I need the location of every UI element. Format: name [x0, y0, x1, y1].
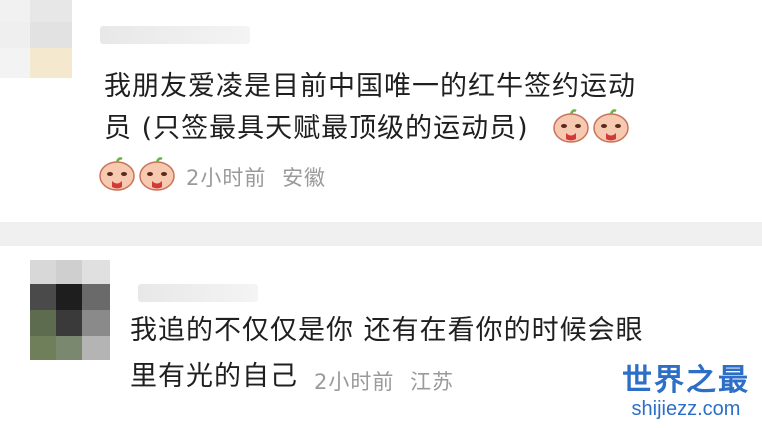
username-blurred[interactable]: [100, 26, 250, 44]
comment-meta: 2小时前 江苏: [314, 366, 454, 396]
comment-text-line-1: 我追的不仅仅是你 还有在看你的时候会眼: [130, 315, 644, 346]
username-blurred[interactable]: [138, 284, 258, 302]
comment-location: 江苏: [410, 370, 455, 394]
crying-face-emoji: [99, 157, 135, 191]
divider: [0, 222, 762, 246]
crying-face-emoji: [553, 109, 589, 143]
comment-text-line-1: 我朋友爱凌是目前中国唯一的红牛签约运动: [104, 71, 636, 102]
comment-location: 安徽: [282, 166, 327, 190]
comment-text-line-2: 员 (只签最具天赋最顶级的运动员): [104, 113, 529, 144]
comment-meta: 2小时前 安徽: [186, 162, 326, 192]
avatar[interactable]: [30, 260, 110, 360]
watermark-title: 世界之最: [622, 363, 750, 398]
crying-face-emoji: [593, 109, 629, 143]
watermark: 世界之最 shijiezz.com: [622, 363, 750, 421]
comment-item: 我朋友爱凌是目前中国唯一的红牛签约运动 员 (只签最具天赋最顶级的运动员) 2小…: [0, 0, 762, 222]
comment-time: 2小时前: [314, 370, 395, 394]
avatar[interactable]: [0, 0, 72, 78]
watermark-url: shijiezz.com: [631, 398, 741, 420]
comment-time: 2小时前: [186, 166, 267, 190]
crying-face-emoji: [139, 157, 175, 191]
comment-text-line-2: 里有光的自己: [130, 361, 298, 392]
